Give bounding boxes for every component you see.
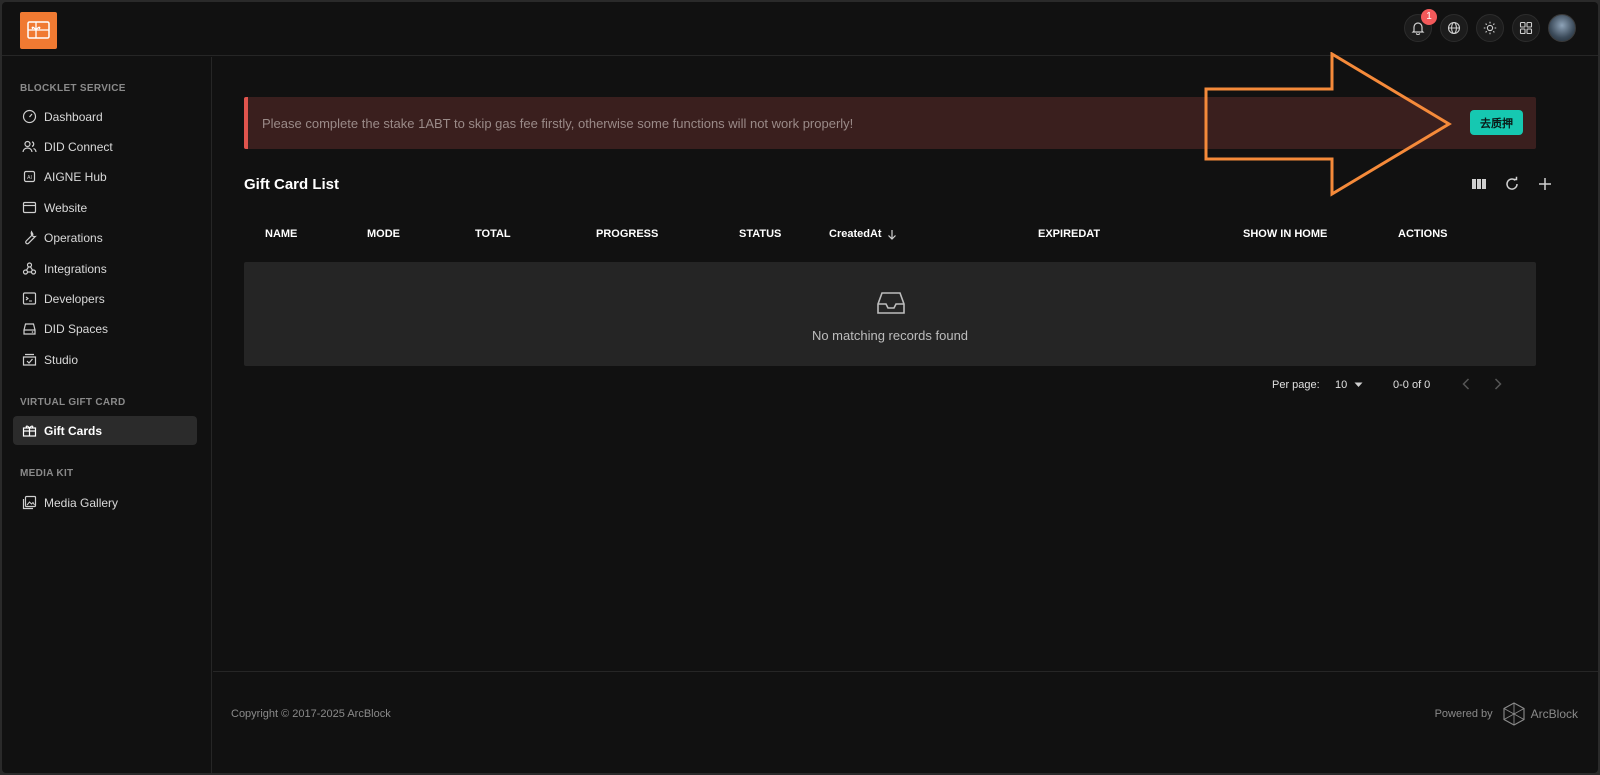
sidebar-item-label: Gift Cards: [44, 423, 103, 438]
pagination-range: 0-0 of 0: [1393, 379, 1431, 391]
sidebar-item-dashboard[interactable]: Dashboard: [13, 102, 197, 131]
sidebar-item-integrations[interactable]: Integrations: [13, 254, 197, 283]
sidebar-item-website[interactable]: Website: [13, 193, 197, 222]
sidebar-item-gift-cards[interactable]: Gift Cards: [13, 416, 197, 445]
table-toolbar: [1470, 175, 1554, 193]
sidebar-item-aigne-hub[interactable]: AI AIGNE Hub: [13, 162, 197, 191]
section-title-blocklet-service: BLOCKLET SERVICE: [20, 83, 126, 94]
gauge-icon: [22, 109, 37, 124]
refresh-button[interactable]: [1503, 175, 1521, 193]
empty-message: No matching records found: [811, 328, 969, 343]
svg-text:AI: AI: [27, 175, 32, 181]
powered-by-label: Powered by: [1434, 708, 1493, 720]
gallery-icon: [22, 495, 37, 510]
previous-page-button[interactable]: [1462, 378, 1470, 393]
sidebar-item-operations[interactable]: Operations: [13, 223, 197, 252]
alert-message: Please complete the stake 1ABT to skip g…: [262, 115, 854, 131]
section-title-media-kit: MEDIA KIT: [20, 468, 74, 479]
add-gift-card-button[interactable]: [1536, 175, 1554, 193]
app-logo[interactable]: [20, 12, 57, 49]
column-header-actions[interactable]: ACTIONS: [1398, 228, 1448, 240]
sidebar-item-did-connect[interactable]: DID Connect: [13, 132, 197, 161]
view-columns-icon: [1472, 179, 1486, 189]
grid-icon: [1519, 21, 1533, 35]
ai-chip-icon: AI: [23, 170, 36, 183]
sidebar-item-label: Website: [44, 200, 88, 215]
sidebar-item-developers[interactable]: Developers: [13, 284, 197, 313]
app-window: 1 BLOCKLET SERVICE Dashboard DID Connect…: [2, 2, 1598, 773]
terminal-icon: [22, 292, 37, 305]
apps-button[interactable]: [1512, 14, 1540, 42]
sidebar-item-label: AIGNE Hub: [44, 169, 107, 184]
sidebar-item-studio[interactable]: Studio: [13, 345, 197, 374]
powered-by: Powered by ArcBlock: [1435, 702, 1578, 726]
globe-icon: [1447, 21, 1461, 35]
column-header-name[interactable]: NAME: [265, 228, 297, 240]
gift-icon: [22, 425, 37, 437]
column-header-expiredat[interactable]: EXPIREDAT: [1038, 228, 1100, 240]
sidebar-item-label: Studio: [44, 352, 79, 367]
empty-state: No matching records found: [244, 262, 1536, 366]
plus-icon: [1539, 178, 1551, 190]
theme-toggle-button[interactable]: [1476, 14, 1504, 42]
arcblock-brand-link[interactable]: ArcBlock: [1503, 702, 1578, 726]
sidebar-item-label: DID Connect: [44, 139, 113, 154]
user-avatar[interactable]: [1548, 14, 1576, 42]
per-page-value: 10: [1335, 379, 1348, 391]
copyright-text: Copyright © 2017-2025 ArcBlock: [231, 708, 391, 720]
gift-card-logo-icon: [27, 21, 50, 39]
sidebar-item-did-spaces[interactable]: DID Spaces: [13, 314, 197, 343]
chevron-left-icon: [1462, 378, 1470, 390]
sidebar-item-label: Dashboard: [44, 109, 103, 124]
column-header-status[interactable]: STATUS: [739, 228, 781, 240]
browser-icon: [22, 201, 37, 214]
sidebar-item-label: Integrations: [44, 261, 107, 276]
sun-icon: [1483, 21, 1497, 35]
sidebar-item-label: Developers: [44, 291, 105, 306]
page-title: Gift Card List: [244, 176, 340, 193]
next-page-button[interactable]: [1494, 378, 1502, 393]
inbox-icon: [877, 292, 905, 314]
stake-button[interactable]: 去质押: [1470, 110, 1523, 135]
brand-name: ArcBlock: [1530, 707, 1578, 721]
top-bar: 1: [2, 2, 1598, 56]
arcblock-logo-icon: [1503, 702, 1525, 726]
caret-down-icon: [1354, 382, 1363, 387]
box-check-icon: [22, 353, 37, 366]
drive-icon: [23, 323, 36, 335]
column-header-createdat[interactable]: CreatedAt: [829, 228, 897, 240]
notification-badge: 1: [1421, 9, 1437, 25]
sidebar-item-media-gallery[interactable]: Media Gallery: [13, 488, 197, 517]
column-header-show-in-home[interactable]: SHOW IN HOME: [1243, 228, 1327, 240]
annotation-arrow-icon: [1204, 52, 1452, 197]
notifications-button[interactable]: 1: [1404, 9, 1437, 42]
sidebar: BLOCKLET SERVICE Dashboard DID Connect A…: [2, 57, 212, 773]
sidebar-item-label: Media Gallery: [44, 495, 119, 510]
column-header-total[interactable]: TOTAL: [475, 228, 511, 240]
column-header-mode[interactable]: MODE: [367, 228, 400, 240]
footer: Copyright © 2017-2025 ArcBlock Powered b…: [213, 671, 1598, 773]
webhook-icon: [22, 262, 37, 275]
language-button[interactable]: [1440, 14, 1468, 42]
arrow-down-icon: [887, 229, 896, 240]
refresh-icon: [1506, 176, 1518, 190]
column-header-progress[interactable]: PROGRESS: [596, 228, 658, 240]
chevron-right-icon: [1494, 378, 1502, 390]
users-icon: [22, 140, 37, 153]
sidebar-item-label: Operations: [44, 230, 103, 245]
sidebar-item-label: DID Spaces: [44, 321, 109, 336]
columns-button[interactable]: [1470, 175, 1488, 193]
per-page-label: Per page:: [1272, 379, 1320, 391]
per-page-select[interactable]: 10: [1335, 379, 1363, 391]
section-title-virtual-gift-card: VIRTUAL GIFT CARD: [20, 397, 126, 408]
column-header-label: CreatedAt: [829, 228, 882, 240]
wrench-icon: [25, 230, 37, 245]
